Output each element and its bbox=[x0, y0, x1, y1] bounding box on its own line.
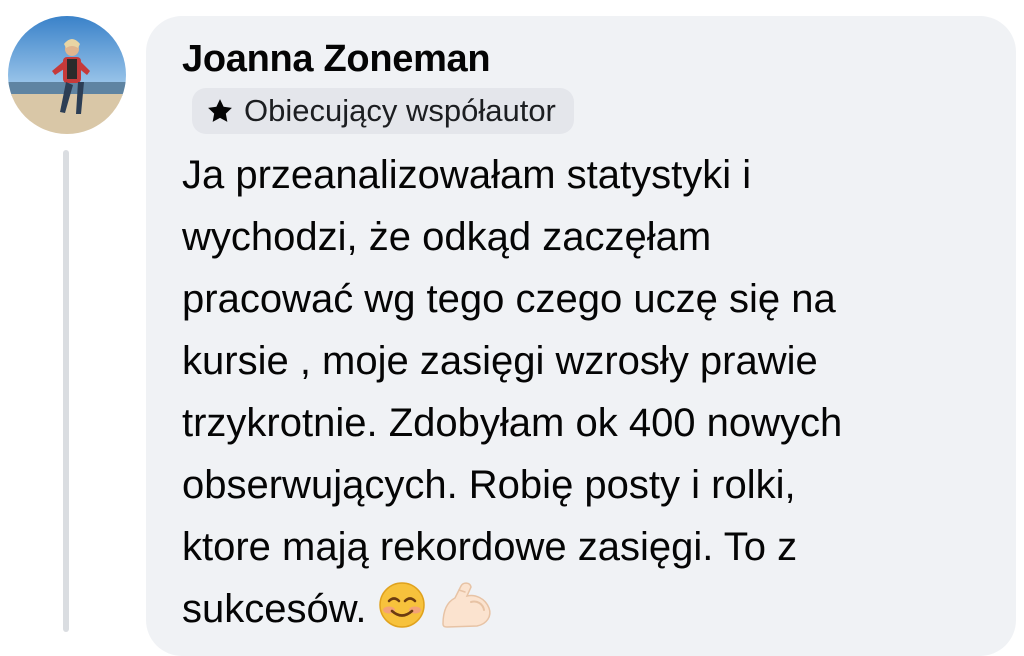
comment-text: Ja przeanalizowałam statystyki i wychodz… bbox=[182, 144, 982, 648]
contributor-badge[interactable]: Obiecujący współautor bbox=[192, 88, 574, 134]
comment-line: obserwujących. Robię posty i rolki, bbox=[182, 463, 796, 507]
comment-line: trzykrotnie. Zdobyłam ok 400 nowych bbox=[182, 401, 843, 445]
comment-bubble: Joanna Zoneman Obiecujący współautor Ja … bbox=[146, 16, 1016, 656]
star-icon bbox=[206, 97, 234, 125]
comment-line: ktore mają rekordowe zasięgi. To z bbox=[182, 525, 798, 569]
comment-line: wychodzi, że odkąd zaczęłam bbox=[182, 215, 712, 259]
reply-thread-line bbox=[63, 150, 69, 632]
comment-author-name[interactable]: Joanna Zoneman bbox=[182, 38, 491, 81]
comment-line: sukcesów. bbox=[182, 587, 367, 631]
comment-line: pracować wg tego czego uczę się na bbox=[182, 277, 836, 321]
flexed-biceps-emoji bbox=[437, 580, 495, 648]
avatar[interactable] bbox=[8, 16, 126, 134]
comment-last-line: sukcesów. bbox=[182, 578, 982, 648]
badge-label: Obiecujący współautor bbox=[244, 93, 556, 128]
profile-photo bbox=[8, 16, 126, 134]
comment-line: kursie , moje zasięgi wzrosły prawie bbox=[182, 339, 818, 383]
smiling-face-emoji bbox=[377, 580, 427, 648]
comment-line: Ja przeanalizowałam statystyki i bbox=[182, 153, 752, 197]
